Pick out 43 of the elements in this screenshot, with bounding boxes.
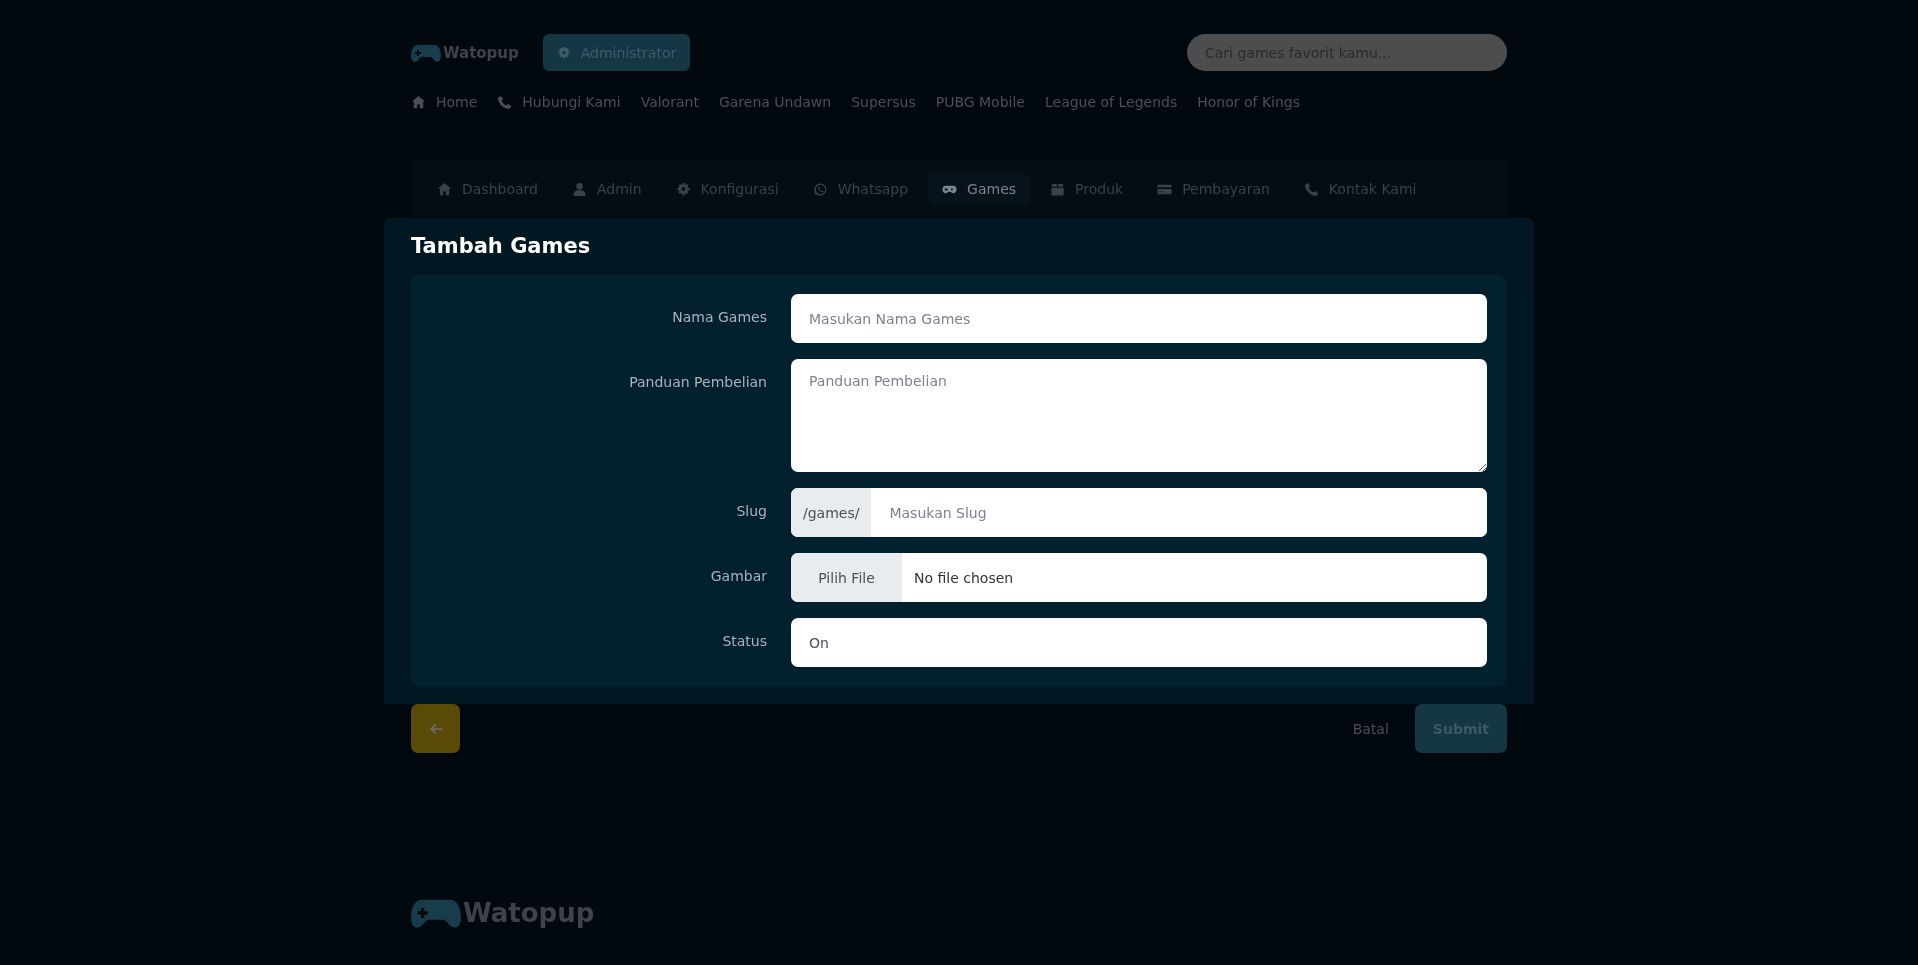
nav-link[interactable]: Garena Undawn: [718, 94, 832, 110]
home-icon: [411, 94, 426, 110]
textarea-field[interactable]: Panduan Pembelian: [791, 359, 1487, 472]
admin-tab[interactable]: Pembayaran: [1143, 173, 1284, 205]
gear-icon: [556, 45, 571, 60]
user-icon: [571, 181, 587, 197]
gear-icon: [675, 181, 691, 197]
field-label: Status: [721, 632, 767, 649]
field-label: Panduan Pembelian: [628, 373, 767, 390]
admin-tab[interactable]: Konfigurasi: [661, 173, 793, 205]
admin-tab[interactable]: Whatsapp: [798, 173, 923, 205]
nav-link[interactable]: PUBG Mobile: [935, 94, 1025, 110]
choose-file-button[interactable]: Pilih File: [791, 553, 902, 602]
field-label: Gambar: [709, 567, 767, 584]
field-label: Slug: [735, 502, 767, 519]
box-icon: [1050, 181, 1066, 197]
text-field[interactable]: Masukan Nama Games: [791, 294, 1487, 343]
phone-icon: [1303, 181, 1319, 197]
phone-icon: [497, 94, 513, 110]
back-button[interactable]: [411, 704, 460, 753]
nav-link[interactable]: Hubungi Kami: [497, 94, 621, 110]
nav-link[interactable]: Honor of Kings: [1197, 94, 1300, 110]
admin-tab[interactable]: Kontak Kami: [1289, 173, 1431, 205]
chat-icon: [812, 181, 828, 197]
slug-field[interactable]: /games/ Masukan Slug: [791, 488, 1487, 537]
nav-link[interactable]: Supersus: [851, 94, 916, 110]
status-select[interactable]: On: [791, 618, 1487, 667]
logo-text[interactable]: Watopup: [463, 898, 595, 928]
admin-tab[interactable]: Games: [928, 173, 1031, 205]
admin-tab[interactable]: Admin: [557, 173, 656, 205]
logo-text[interactable]: Watopup: [443, 43, 519, 62]
file-status: No file chosen: [913, 568, 1014, 588]
nav-link[interactable]: Home: [411, 94, 478, 110]
left-arrow-icon: [428, 721, 443, 736]
nav-link[interactable]: League of Legends: [1044, 94, 1178, 110]
admin-tab[interactable]: Dashboard: [423, 173, 552, 205]
field-label: Nama Games: [671, 308, 767, 325]
home-icon: [437, 181, 452, 197]
nav-link[interactable]: Valorant: [640, 94, 699, 110]
admin-tab[interactable]: Produk: [1036, 173, 1138, 205]
slug-prefix: /games/: [791, 488, 872, 537]
modal-title: Tambah Games: [411, 234, 592, 258]
cancel-button[interactable]: Batal: [1346, 719, 1395, 738]
